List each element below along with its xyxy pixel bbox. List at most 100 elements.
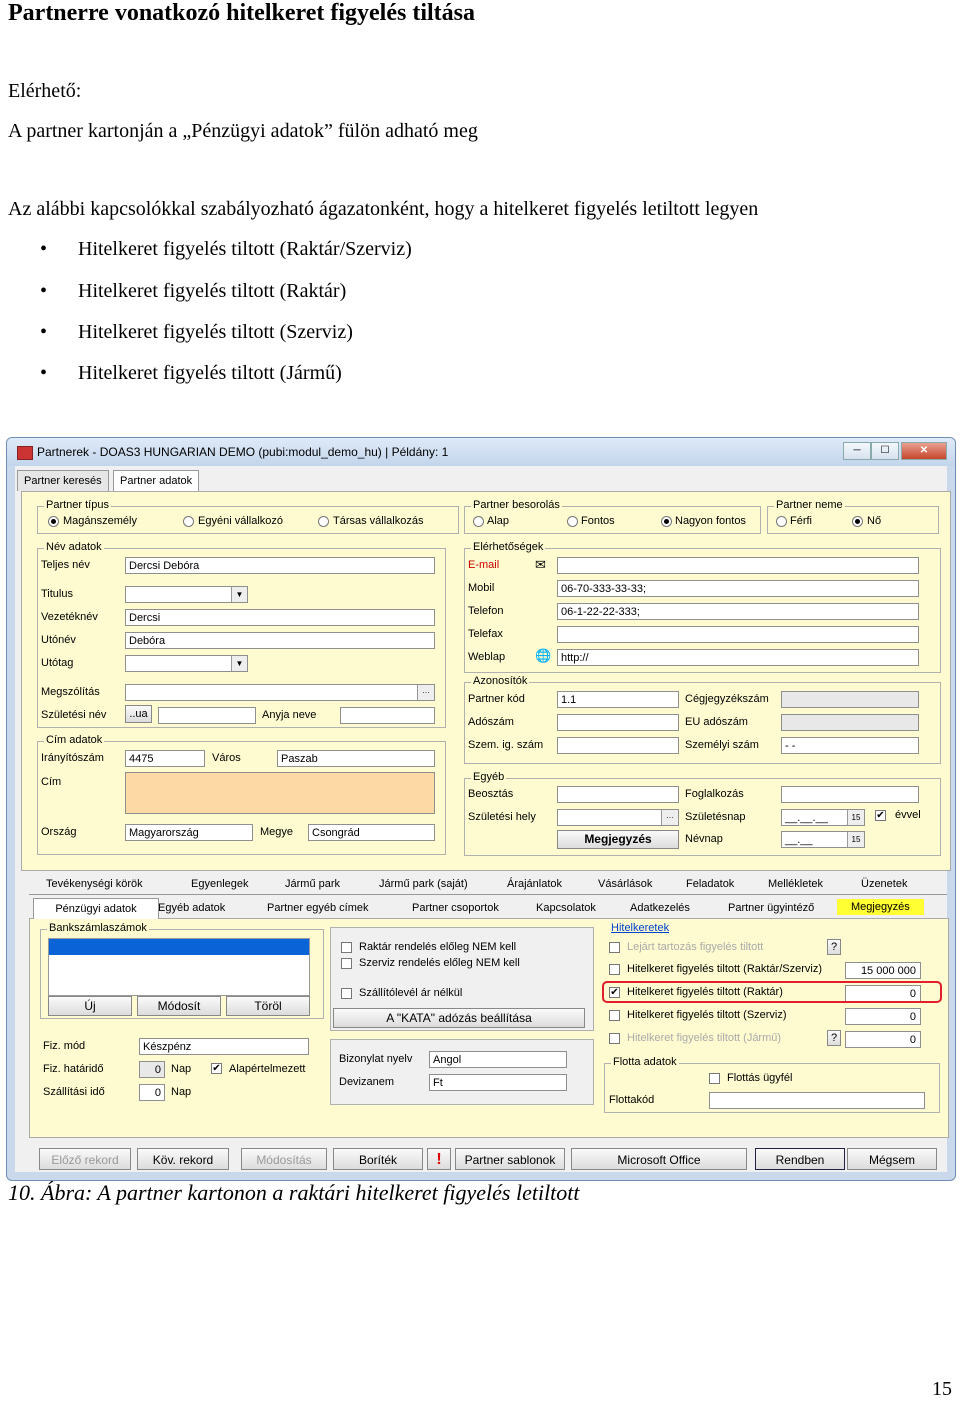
microsoft-office-button[interactable]: Microsoft Office (571, 1148, 747, 1170)
help-button[interactable]: ? (827, 1030, 841, 1046)
szerviz-limit[interactable]: 0 (845, 1008, 921, 1025)
checkbox-raktar-eloleg[interactable] (341, 942, 352, 953)
fax-field[interactable] (557, 626, 919, 643)
ellipsis-icon[interactable]: ··· (417, 685, 434, 700)
radio-ferfi[interactable] (776, 516, 787, 527)
radio-egyeni-vallalkozo[interactable] (183, 516, 194, 527)
title-select[interactable]: ▼ (125, 586, 248, 603)
tab-arajanlatok[interactable]: Árajánlatok (507, 878, 562, 890)
salutation-field[interactable]: ··· (125, 684, 435, 701)
close-button[interactable]: ✕ (901, 442, 947, 460)
help-button[interactable]: ? (827, 939, 841, 955)
zip-field[interactable]: 4475 (125, 750, 205, 767)
city-field[interactable]: Paszab (277, 750, 435, 767)
chevron-down-icon[interactable]: ▼ (231, 587, 247, 602)
envelope-icon[interactable]: ✉ (535, 557, 546, 573)
bank-accounts-list[interactable] (48, 938, 310, 996)
tab-kapcsolatok[interactable]: Kapcsolatok (536, 902, 596, 914)
birthday-field[interactable]: __.__.__ 15 (781, 809, 865, 826)
tax-number-field[interactable] (557, 714, 679, 731)
tab-partner-csoportok[interactable]: Partner csoportok (412, 902, 499, 914)
calendar-icon[interactable]: 15 (847, 832, 864, 847)
document-language-select[interactable]: Angol (429, 1051, 567, 1068)
personal-id-field[interactable]: - - (781, 737, 919, 754)
modify-button[interactable]: Módosít (137, 996, 221, 1016)
checkbox-fleet-customer[interactable] (709, 1073, 720, 1084)
radio-maganszemely[interactable] (48, 516, 59, 527)
tab-egyenlegek[interactable]: Egyenlegek (191, 878, 249, 890)
ok-button[interactable]: Rendben (755, 1148, 845, 1170)
checkbox-szallitolevel[interactable] (341, 988, 352, 999)
full-name-field[interactable]: Dercsi Debóra (125, 557, 435, 574)
globe-icon[interactable]: 🌐 (535, 648, 551, 664)
id-card-field[interactable] (557, 737, 679, 754)
county-field[interactable]: Csongrád (308, 824, 435, 841)
radio-nagyon-fontos[interactable] (661, 516, 672, 527)
street-field[interactable] (125, 772, 435, 814)
mobile-field[interactable]: 06-70-333-33-33; (557, 580, 919, 597)
modify-record-button[interactable]: Módosítás (241, 1148, 327, 1170)
next-record-button[interactable]: Köv. rekord (137, 1148, 229, 1170)
checkbox-raktar-szerviz[interactable] (609, 964, 620, 975)
radio-fontos[interactable] (567, 516, 578, 527)
tab-feladatok[interactable]: Feladatok (686, 878, 734, 890)
tab-tevekenysegi-korok[interactable]: Tevékenységi körök (46, 878, 143, 890)
tab-adatkezeles[interactable]: Adatkezelés (630, 902, 690, 914)
eu-tax-field[interactable] (781, 714, 919, 731)
fleet-code-field[interactable] (709, 1092, 925, 1109)
mother-name-field[interactable] (340, 707, 435, 724)
partner-templates-button[interactable]: Partner sablonok (455, 1148, 565, 1170)
company-reg-field[interactable] (781, 691, 919, 708)
occupation-field[interactable] (781, 786, 919, 803)
credit-limits-link[interactable]: Hitelkeretek (609, 922, 672, 934)
currency-select[interactable]: Ft (429, 1074, 567, 1091)
chevron-down-icon[interactable]: ▼ (231, 656, 247, 671)
tab-jarmu-park-sajat[interactable]: Jármű park (saját) (379, 878, 468, 890)
jarmu-limit[interactable]: 0 (845, 1031, 921, 1048)
selected-row[interactable] (49, 939, 309, 955)
checkbox-jarmu[interactable] (609, 1033, 620, 1044)
tab-jarmu-park[interactable]: Jármű park (285, 878, 340, 890)
cancel-button[interactable]: Mégsem (847, 1148, 937, 1170)
delete-button[interactable]: Töröl (226, 996, 310, 1016)
kata-settings-button[interactable]: A "KATA" adózás beállítása (333, 1008, 585, 1028)
given-name-field[interactable]: Debóra (125, 632, 435, 649)
minimize-button[interactable]: ─ (843, 442, 871, 460)
new-button[interactable]: Új (48, 996, 132, 1016)
tab-penzugyi-adatok[interactable]: Pénzügyi adatok (33, 898, 159, 919)
email-field[interactable] (557, 557, 919, 574)
tab-vasarlasok[interactable]: Vásárlások (598, 878, 652, 890)
tab-megjegyzes[interactable]: Megjegyzés (837, 899, 924, 915)
window-titlebar[interactable]: Partnerek - DOAS3 HUNGARIAN DEMO (pubi:m… (7, 438, 955, 466)
note-button[interactable]: Megjegyzés (557, 830, 679, 849)
checkbox-lejart-tartozas[interactable] (609, 942, 620, 953)
payment-mode-select[interactable]: Készpénz (139, 1038, 309, 1055)
partner-code-field[interactable]: 1.1 (557, 691, 679, 708)
delivery-time-field[interactable]: 0 (139, 1084, 165, 1101)
tab-partner-kereses[interactable]: Partner keresés (17, 470, 109, 491)
ellipsis-icon[interactable]: ··· (661, 810, 678, 825)
tab-partner-ugyintezo[interactable]: Partner ügyintéző (728, 902, 814, 914)
radio-alap[interactable] (473, 516, 484, 527)
checkbox-szerviz[interactable] (609, 1010, 620, 1021)
birth-name-field[interactable] (158, 707, 256, 724)
raktar-szerviz-limit[interactable]: 15 000 000 (845, 962, 921, 979)
website-field[interactable]: http:// (557, 649, 919, 666)
alert-button[interactable]: ! (427, 1148, 451, 1170)
birthplace-field[interactable]: ··· (557, 809, 679, 826)
maximize-button[interactable]: ☐ (871, 442, 899, 460)
calendar-icon[interactable]: 15 (847, 810, 864, 825)
checkbox-szerviz-eloleg[interactable] (341, 958, 352, 969)
position-field[interactable] (557, 786, 679, 803)
previous-record-button[interactable]: Előző rekord (39, 1148, 131, 1170)
checkbox-evvel[interactable]: ✔ (875, 810, 886, 821)
surname-field[interactable]: Dercsi (125, 609, 435, 626)
phone-field[interactable]: 06-1-22-22-333; (557, 603, 919, 620)
checkbox-default[interactable]: ✔ (211, 1063, 222, 1074)
suffix-select[interactable]: ▼ (125, 655, 248, 672)
tab-partner-egyeb-cimek[interactable]: Partner egyéb címek (267, 902, 369, 914)
tab-egyeb-adatok[interactable]: Egyéb adatok (158, 902, 225, 914)
country-field[interactable]: Magyarország (125, 824, 253, 841)
radio-tarsas-vallalkozas[interactable] (318, 516, 329, 527)
nameday-field[interactable]: __.__ 15 (781, 831, 865, 848)
